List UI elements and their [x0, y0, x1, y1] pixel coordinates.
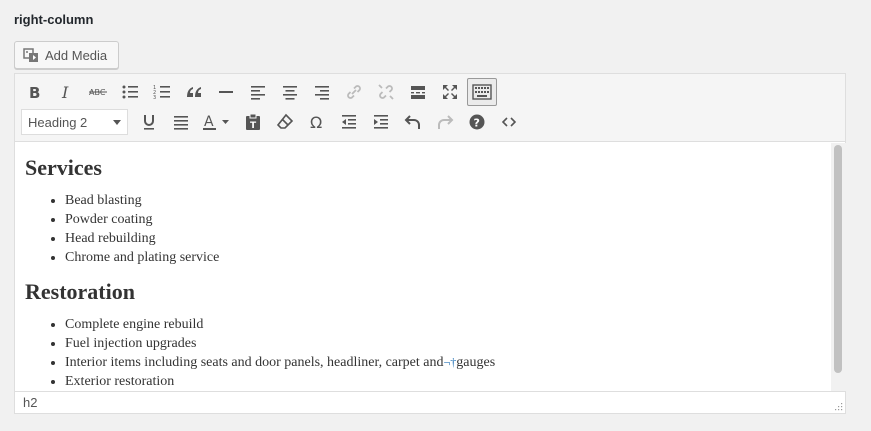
align-right-button[interactable]	[307, 78, 337, 106]
italic-button[interactable]: I	[51, 78, 81, 106]
indent-button[interactable]	[366, 108, 396, 136]
clear-formatting-button[interactable]	[270, 108, 300, 136]
section-heading: Restoration	[25, 279, 135, 304]
svg-text:T: T	[250, 121, 257, 131]
underline-button[interactable]	[134, 108, 164, 136]
scrollbar-thumb[interactable]	[834, 145, 842, 373]
add-media-icon	[23, 47, 39, 63]
undo-icon	[404, 115, 420, 129]
editor-toolbar: B I ABC 123 Heading 2 A T Ω ?	[15, 74, 845, 142]
outdent-button[interactable]	[334, 108, 364, 136]
list-item: Fuel injection upgrades	[65, 334, 821, 353]
toolbar-toggle-icon	[472, 84, 492, 100]
horizontal-line-button[interactable]	[211, 78, 241, 106]
list-item: Exterior restoration	[65, 372, 821, 391]
paste-text-button[interactable]: T	[238, 108, 268, 136]
link-icon	[347, 85, 361, 99]
read-more-button[interactable]	[403, 78, 433, 106]
svg-text:Ω: Ω	[310, 113, 322, 131]
align-center-icon	[283, 86, 297, 100]
element-path[interactable]: h2	[23, 395, 37, 410]
clear-formatting-icon	[276, 113, 294, 129]
read-more-icon	[411, 86, 425, 99]
svg-text:A: A	[204, 114, 214, 130]
redo-icon	[438, 115, 454, 129]
unlink-button[interactable]	[371, 78, 401, 106]
editor-scrollbar[interactable]	[831, 143, 846, 391]
align-center-button[interactable]	[275, 78, 305, 106]
nbsp-marker: ¬†	[443, 355, 457, 369]
svg-text:B: B	[29, 84, 40, 101]
bold-button[interactable]: B	[19, 78, 49, 106]
resize-handle-icon[interactable]	[833, 401, 843, 411]
code-button[interactable]	[494, 108, 524, 136]
justify-icon	[174, 116, 188, 130]
fullscreen-icon	[443, 85, 457, 99]
list-item: Complete engine rebuild	[65, 315, 821, 334]
restoration-list: Complete engine rebuild Fuel injection u…	[25, 315, 821, 391]
add-media-button[interactable]: Add Media	[14, 41, 119, 69]
svg-text:I: I	[61, 83, 69, 101]
special-character-icon: Ω	[310, 113, 322, 131]
list-item-text: Interior items including seats and door …	[65, 355, 444, 370]
align-right-icon	[315, 86, 329, 100]
chevron-down-icon	[113, 119, 121, 125]
bullet-list-icon	[122, 85, 138, 99]
list-item-text-tail: gauges	[456, 355, 496, 370]
toolbar-row-2: Heading 2 A T Ω ?	[19, 107, 841, 137]
help-button[interactable]: ?	[462, 108, 492, 136]
numbered-list-button[interactable]: 123	[147, 78, 177, 106]
code-icon	[501, 117, 517, 127]
svg-text:3: 3	[153, 95, 156, 101]
bold-icon: B	[29, 84, 40, 101]
bullet-list-button[interactable]	[115, 78, 145, 106]
toolbar-row-1: B I ABC 123	[19, 77, 841, 107]
justify-button[interactable]	[166, 108, 196, 136]
add-media-label: Add Media	[45, 47, 108, 63]
toolbar-toggle-button[interactable]	[467, 78, 497, 106]
underline-icon	[144, 115, 154, 130]
list-item: Bead blasting	[65, 191, 821, 210]
list-item: Powder coating	[65, 210, 821, 229]
text-color-button[interactable]: A	[198, 108, 236, 136]
horizontal-line-icon	[219, 91, 233, 93]
link-button[interactable]	[339, 78, 369, 106]
undo-button[interactable]	[398, 108, 428, 136]
services-list: Bead blasting Powder coating Head rebuil…	[25, 191, 821, 267]
align-left-button[interactable]	[243, 78, 273, 106]
outdent-icon	[342, 115, 356, 129]
section-heading: Services	[25, 155, 102, 180]
redo-button[interactable]	[430, 108, 460, 136]
list-item: Interior items including seats and door …	[65, 353, 821, 372]
italic-icon: I	[61, 83, 69, 101]
svg-text:?: ?	[474, 117, 480, 130]
align-left-icon	[251, 86, 265, 100]
format-select[interactable]: Heading 2	[21, 109, 128, 135]
strikethrough-icon: ABC	[89, 88, 107, 97]
blockquote-button[interactable]	[179, 78, 209, 106]
fullscreen-button[interactable]	[435, 78, 465, 106]
format-select-value: Heading 2	[28, 114, 88, 130]
help-icon: ?	[469, 114, 485, 130]
numbered-list-icon: 123	[153, 85, 170, 101]
editor: B I ABC 123 Heading 2 A T Ω ? Services •…	[14, 73, 846, 414]
indent-icon	[374, 115, 388, 129]
field-label: right-column	[14, 12, 94, 27]
unlink-icon	[378, 84, 394, 100]
editor-statusbar: h2	[15, 391, 845, 413]
list-item: Chrome and plating service	[65, 248, 821, 267]
editor-content[interactable]: Services Bead blasting Powder coating He…	[15, 143, 831, 391]
paste-text-icon: T	[246, 113, 260, 131]
list-item: Head rebuilding	[65, 229, 821, 248]
strikethrough-button[interactable]: ABC	[83, 78, 113, 106]
blockquote-icon	[187, 87, 201, 97]
text-color-icon: A	[203, 114, 229, 130]
special-character-button[interactable]: Ω	[302, 108, 332, 136]
